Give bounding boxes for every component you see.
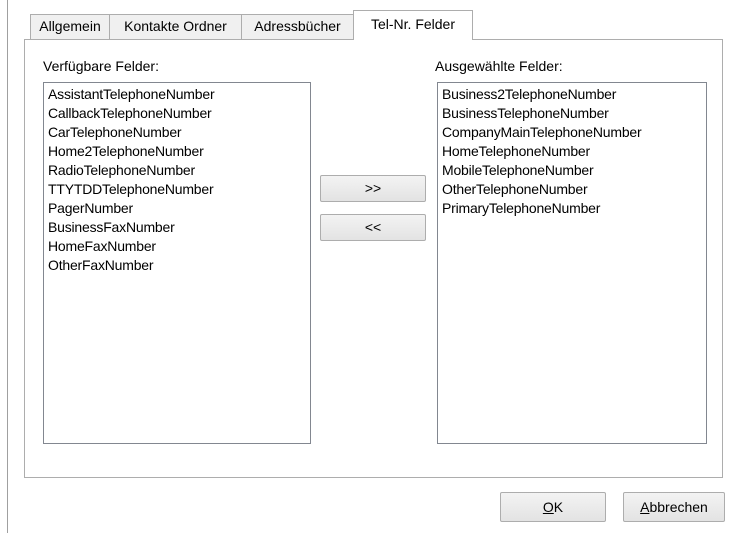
ok-button[interactable]: OK bbox=[500, 492, 606, 522]
cancel-button[interactable]: Abbrechen bbox=[623, 492, 725, 522]
list-item[interactable]: PagerNumber bbox=[48, 199, 306, 218]
tab-adressbuecher[interactable]: Adressbücher bbox=[241, 14, 354, 39]
selected-fields-list[interactable]: Business2TelephoneNumber BusinessTelepho… bbox=[437, 82, 707, 444]
list-item[interactable]: HomeFaxNumber bbox=[48, 237, 306, 256]
tab-kontakte-ordner[interactable]: Kontakte Ordner bbox=[109, 14, 242, 39]
remove-fields-button[interactable]: << bbox=[320, 214, 426, 241]
list-item[interactable]: HomeTelephoneNumber bbox=[442, 142, 702, 161]
list-item[interactable]: TTYTDDTelephoneNumber bbox=[48, 180, 306, 199]
list-item[interactable]: CallbackTelephoneNumber bbox=[48, 104, 306, 123]
settings-dialog: Allgemein Kontakte Ordner Adressbücher T… bbox=[0, 0, 737, 533]
list-item[interactable]: CarTelephoneNumber bbox=[48, 123, 306, 142]
ok-mnemonic: O bbox=[542, 499, 554, 515]
selected-fields-caption: Ausgewählte Felder: bbox=[435, 58, 563, 74]
list-item[interactable]: BusinessTelephoneNumber bbox=[442, 104, 702, 123]
tab-allgemein[interactable]: Allgemein bbox=[30, 14, 110, 39]
list-item[interactable]: MobileTelephoneNumber bbox=[442, 161, 702, 180]
list-item[interactable]: Business2TelephoneNumber bbox=[442, 85, 702, 104]
cancel-label: bbrechen bbox=[649, 499, 708, 515]
list-item[interactable]: AssistantTelephoneNumber bbox=[48, 85, 306, 104]
available-fields-caption: Verfügbare Felder: bbox=[43, 58, 159, 74]
tab-tel-nr-felder[interactable]: Tel-Nr. Felder bbox=[353, 10, 473, 40]
tel-fields-panel: Verfügbare Felder: AssistantTelephoneNum… bbox=[24, 39, 723, 478]
list-item[interactable]: OtherTelephoneNumber bbox=[442, 180, 702, 199]
list-item[interactable]: RadioTelephoneNumber bbox=[48, 161, 306, 180]
list-item[interactable]: BusinessFaxNumber bbox=[48, 218, 306, 237]
available-fields-list[interactable]: AssistantTelephoneNumber CallbackTelepho… bbox=[43, 82, 311, 444]
list-item[interactable]: CompanyMainTelephoneNumber bbox=[442, 123, 702, 142]
list-item[interactable]: Home2TelephoneNumber bbox=[48, 142, 306, 161]
window-edge bbox=[7, 0, 8, 533]
ok-label: K bbox=[553, 499, 564, 515]
list-item[interactable]: PrimaryTelephoneNumber bbox=[442, 199, 702, 218]
add-fields-button[interactable]: >> bbox=[320, 175, 426, 202]
list-item[interactable]: OtherFaxNumber bbox=[48, 256, 306, 275]
